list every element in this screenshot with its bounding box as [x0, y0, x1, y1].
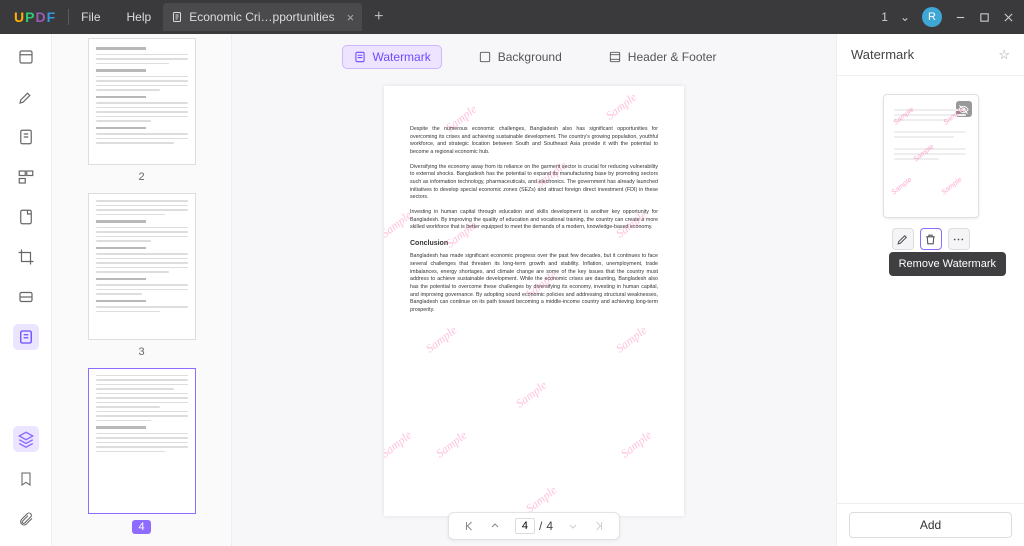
pager-total: 4 — [546, 519, 553, 533]
watermark-sample: Sample — [384, 427, 416, 462]
tab-watermark[interactable]: Watermark — [342, 45, 442, 69]
tool-thumbnails-icon[interactable] — [13, 44, 39, 70]
watermark-sample: Sample — [422, 322, 461, 357]
pager-sep: / — [539, 519, 542, 533]
rail-layers-icon[interactable] — [13, 426, 39, 452]
thumbnail-page-3[interactable] — [88, 193, 196, 340]
thumb-label-2: 2 — [138, 171, 144, 183]
tab-title: Economic Cri…pportunities — [189, 10, 334, 24]
tool-edit-icon[interactable] — [13, 124, 39, 150]
watermark-sample: Sample — [432, 427, 471, 462]
star-icon[interactable]: ☆ — [998, 47, 1010, 63]
pager-first-icon[interactable] — [463, 520, 475, 532]
page-tools-tabs: Watermark Background Header & Footer — [342, 36, 727, 78]
watermark-sample: Sample — [612, 322, 651, 357]
tab-close-icon[interactable]: × — [347, 10, 355, 25]
tab-header-footer[interactable]: Header & Footer — [598, 46, 727, 68]
rail-bookmark-icon[interactable] — [13, 466, 39, 492]
thumbnail-page-2[interactable] — [88, 38, 196, 165]
document-view: Watermark Background Header & Footer Des… — [232, 34, 836, 546]
watermark-preview[interactable]: Sample Sample Sample Sample Sample — [883, 94, 979, 218]
thumbnail-page-4[interactable] — [88, 368, 196, 515]
pager-prev-icon[interactable] — [489, 520, 501, 532]
window-close-icon[interactable] — [1002, 11, 1014, 23]
left-tool-rail — [0, 34, 52, 546]
new-tab-button[interactable]: + — [374, 8, 383, 26]
titlebar: UPDF File Help Economic Cri…pportunities… — [0, 0, 1024, 34]
tool-crop-icon[interactable] — [13, 244, 39, 270]
watermark-sample: Sample — [602, 89, 641, 124]
page-paragraph: Despite the numerous economic challenges… — [410, 126, 658, 157]
tool-pagetools-icon[interactable] — [13, 324, 39, 350]
pager-next-icon[interactable] — [567, 520, 579, 532]
watermark-sample: Sample — [617, 427, 656, 462]
document-page[interactable]: Despite the numerous economic challenges… — [384, 86, 684, 516]
app-logo: UPDF — [14, 9, 56, 25]
tool-highlighter-icon[interactable] — [13, 84, 39, 110]
thumb-label-4: 4 — [132, 520, 150, 534]
menu-help[interactable]: Help — [127, 10, 152, 24]
window-minimize-icon[interactable] — [954, 11, 966, 23]
user-avatar[interactable]: R — [922, 7, 942, 27]
chevron-down-icon[interactable]: ⌄ — [900, 10, 910, 24]
edit-watermark-button[interactable] — [892, 228, 914, 250]
page-navigator: / 4 — [448, 512, 620, 540]
panel-title: Watermark — [851, 47, 914, 62]
tooltip-remove-watermark: Remove Watermark — [889, 252, 1006, 276]
watermark-sample: Sample — [522, 482, 561, 516]
tool-redact-icon[interactable] — [13, 284, 39, 310]
add-watermark-button[interactable]: Add — [849, 512, 1012, 538]
tool-organize-icon[interactable] — [13, 164, 39, 190]
thumbnail-panel: 2 3 4 — [52, 34, 232, 546]
tool-ocr-icon[interactable] — [13, 204, 39, 230]
window-maximize-icon[interactable] — [978, 11, 990, 23]
menu-file[interactable]: File — [81, 10, 100, 24]
document-tab[interactable]: Economic Cri…pportunities × — [163, 3, 362, 31]
more-watermark-button[interactable] — [948, 228, 970, 250]
watermark-panel: Watermark ☆ Sample Sample Sample Sample … — [836, 34, 1024, 546]
tab-background[interactable]: Background — [468, 46, 572, 68]
rail-attachment-icon[interactable] — [13, 506, 39, 532]
thumb-label-3: 3 — [138, 346, 144, 358]
remove-watermark-button[interactable] — [920, 228, 942, 250]
pager-current-input[interactable] — [515, 518, 535, 534]
counter-label: 1 — [881, 10, 888, 24]
page-paragraph: Diversifying the economy away from its r… — [410, 164, 658, 202]
watermark-sample: Sample — [512, 377, 551, 412]
pager-last-icon[interactable] — [593, 520, 605, 532]
